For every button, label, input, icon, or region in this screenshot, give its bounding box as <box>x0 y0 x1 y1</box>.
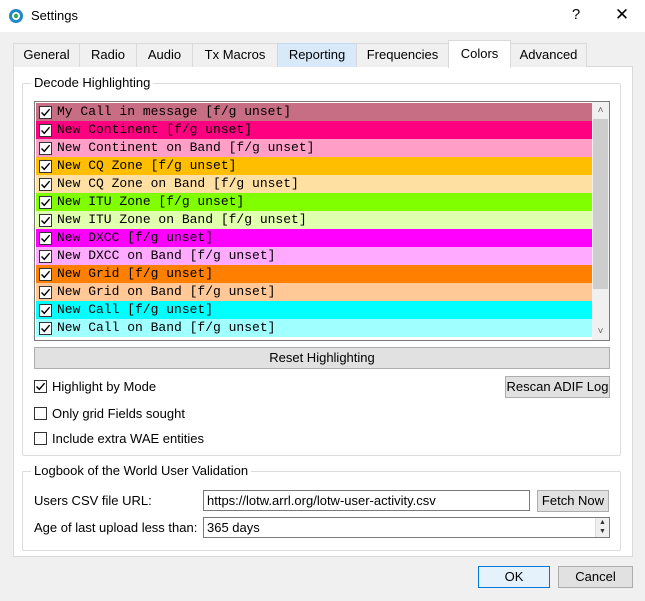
wsjtx-app-icon <box>9 9 23 23</box>
fetch-now-button[interactable]: Fetch Now <box>537 490 609 512</box>
window-title: Settings <box>31 8 78 23</box>
item-label: New ITU Zone on Band [f/g unset] <box>57 212 307 227</box>
decode-highlighting-title: Decode Highlighting <box>31 75 154 91</box>
item-label: New Call on Band [f/g unset] <box>57 320 276 335</box>
only-grid-fields-label: Only grid Fields sought <box>52 406 185 421</box>
spin-down-icon[interactable]: ▼ <box>596 527 609 536</box>
colors-tab-page: Decode Highlighting My Call in message [… <box>13 66 633 557</box>
list-item[interactable]: New Grid on Band [f/g unset] <box>36 283 592 301</box>
item-checkbox[interactable] <box>39 268 52 281</box>
tab-tx-macros[interactable]: Tx Macros <box>192 43 278 67</box>
item-checkbox[interactable] <box>39 142 52 155</box>
ok-button[interactable]: OK <box>478 566 550 588</box>
item-label: New Call [f/g unset] <box>57 302 214 317</box>
item-label: New Continent on Band [f/g unset] <box>57 140 315 155</box>
list-item[interactable]: New Grid [f/g unset] <box>36 265 592 283</box>
item-checkbox[interactable] <box>39 232 52 245</box>
lotw-group-title: Logbook of the World User Validation <box>31 463 252 479</box>
tab-frequencies[interactable]: Frequencies <box>356 43 449 67</box>
age-label: Age of last upload less than: <box>34 520 198 535</box>
list-item[interactable]: New DXCC on Band [f/g unset] <box>36 247 592 265</box>
item-label: My Call in message [f/g unset] <box>57 104 292 119</box>
spin-buttons[interactable]: ▲ ▼ <box>595 518 609 537</box>
reset-highlighting-button[interactable]: Reset Highlighting <box>34 347 610 369</box>
title-bar: Settings ? ✕ <box>0 0 645 32</box>
checkbox-box[interactable] <box>34 407 47 420</box>
tab-advanced[interactable]: Advanced <box>510 43 587 67</box>
list-scrollbar[interactable]: ˄ ˅ <box>592 102 609 340</box>
item-checkbox[interactable] <box>39 304 52 317</box>
highlight-by-mode-label: Highlight by Mode <box>52 379 157 394</box>
item-label: New CQ Zone [f/g unset] <box>57 158 237 173</box>
tab-general[interactable]: General <box>13 43 80 67</box>
tab-radio[interactable]: Radio <box>79 43 137 67</box>
lotw-group: Logbook of the World User Validation <box>22 463 621 551</box>
item-label: New CQ Zone on Band [f/g unset] <box>57 176 299 191</box>
item-label: New ITU Zone [f/g unset] <box>57 194 245 209</box>
list-item[interactable]: New ITU Zone [f/g unset] <box>36 193 592 211</box>
spin-up-icon[interactable]: ▲ <box>596 518 609 527</box>
rescan-adif-log-button[interactable]: Rescan ADIF Log <box>505 376 610 398</box>
include-wae-label: Include extra WAE entities <box>52 431 204 446</box>
list-item[interactable]: New CQ Zone [f/g unset] <box>36 157 592 175</box>
item-checkbox[interactable] <box>39 106 52 119</box>
users-csv-url-input[interactable]: https://lotw.arrl.org/lotw-user-activity… <box>203 490 530 511</box>
item-checkbox[interactable] <box>39 322 52 335</box>
item-label: New DXCC on Band [f/g unset] <box>57 248 276 263</box>
list-item[interactable]: New CQ Zone on Band [f/g unset] <box>36 175 592 193</box>
list-item[interactable]: My Call in message [f/g unset] <box>36 103 592 121</box>
checkbox-box[interactable] <box>34 432 47 445</box>
item-checkbox[interactable] <box>39 214 52 227</box>
tab-audio[interactable]: Audio <box>136 43 193 67</box>
users-csv-url-label: Users CSV file URL: <box>34 493 152 508</box>
item-label: New DXCC [f/g unset] <box>57 230 214 245</box>
highlight-list[interactable]: My Call in message [f/g unset] New Contin… <box>34 101 610 341</box>
cancel-button[interactable]: Cancel <box>558 566 633 588</box>
list-item[interactable]: New DXCC [f/g unset] <box>36 229 592 247</box>
list-item[interactable]: New ITU Zone on Band [f/g unset] <box>36 211 592 229</box>
checkbox-box[interactable] <box>34 380 47 393</box>
item-checkbox[interactable] <box>39 196 52 209</box>
item-checkbox[interactable] <box>39 178 52 191</box>
close-button[interactable]: ✕ <box>599 0 645 32</box>
item-label: New Grid on Band [f/g unset] <box>57 284 276 299</box>
scroll-down-arrow-icon[interactable]: ˅ <box>592 323 609 340</box>
item-label: New Grid [f/g unset] <box>57 266 214 281</box>
scroll-up-arrow-icon[interactable]: ˄ <box>592 102 609 119</box>
item-checkbox[interactable] <box>39 160 52 173</box>
list-item[interactable]: New Call [f/g unset] <box>36 301 592 319</box>
scroll-thumb[interactable] <box>593 119 608 289</box>
item-label: New Continent [f/g unset] <box>57 122 253 137</box>
help-button[interactable]: ? <box>553 0 599 32</box>
tab-colors[interactable]: Colors <box>448 40 511 68</box>
tab-reporting[interactable]: Reporting <box>277 43 357 67</box>
age-value: 365 days <box>207 520 260 535</box>
item-checkbox[interactable] <box>39 286 52 299</box>
list-item[interactable]: New Call on Band [f/g unset] <box>36 319 592 337</box>
age-spinbox[interactable]: 365 days ▲ ▼ <box>203 517 610 538</box>
list-item[interactable]: New Continent on Band [f/g unset] <box>36 139 592 157</box>
item-checkbox[interactable] <box>39 124 52 137</box>
list-item[interactable]: New Continent [f/g unset] <box>36 121 592 139</box>
item-checkbox[interactable] <box>39 250 52 263</box>
